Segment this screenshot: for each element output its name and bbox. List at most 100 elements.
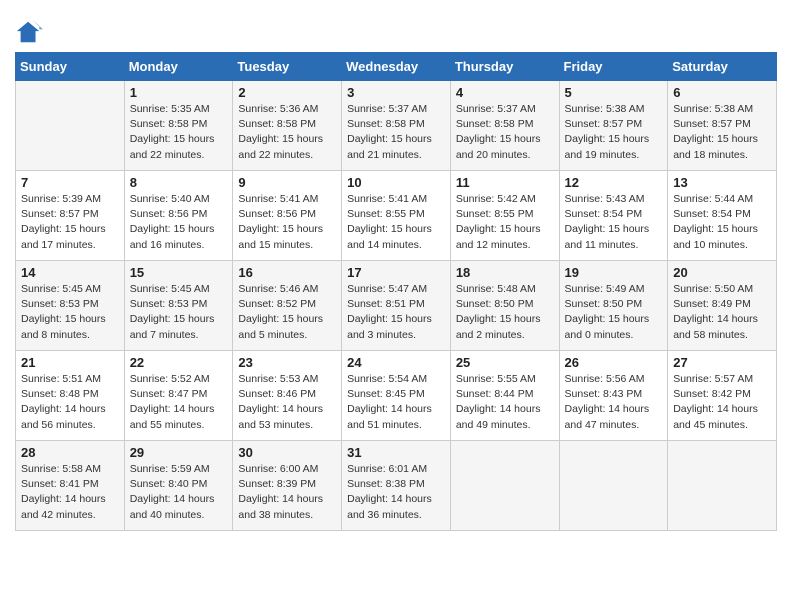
day-cell: 18Sunrise: 5:48 AM Sunset: 8:50 PM Dayli… xyxy=(450,261,559,351)
column-header-sunday: Sunday xyxy=(16,53,125,81)
day-number: 6 xyxy=(673,85,771,100)
day-number: 25 xyxy=(456,355,554,370)
day-info: Sunrise: 5:44 AM Sunset: 8:54 PM Dayligh… xyxy=(673,192,771,253)
day-info: Sunrise: 5:38 AM Sunset: 8:57 PM Dayligh… xyxy=(565,102,663,163)
day-info: Sunrise: 5:41 AM Sunset: 8:56 PM Dayligh… xyxy=(238,192,336,253)
day-cell: 28 Sunrise: 5:58 AM Sunset: 8:41 PM Dayli… xyxy=(16,441,125,531)
day-cell: 1 Sunrise: 5:35 AM Sunset: 8:58 PM Daylig… xyxy=(124,81,233,171)
day-number: 12 xyxy=(565,175,663,190)
day-cell: 27 Sunrise: 5:57 AM Sunset: 8:42 PM Dayli… xyxy=(668,351,777,441)
day-cell: 14Sunrise: 5:45 AM Sunset: 8:53 PM Dayli… xyxy=(16,261,125,351)
day-info: Sunrise: 5:56 AM Sunset: 8:43 PM Dayligh… xyxy=(565,372,663,433)
day-number: 15 xyxy=(130,265,228,280)
day-info: Sunrise: 5:40 AM Sunset: 8:56 PM Dayligh… xyxy=(130,192,228,253)
day-number: 1 xyxy=(130,85,228,100)
column-header-thursday: Thursday xyxy=(450,53,559,81)
day-cell xyxy=(559,441,668,531)
day-number: 28 xyxy=(21,445,119,460)
day-cell: 24Sunrise: 5:54 AM Sunset: 8:45 PM Dayli… xyxy=(342,351,451,441)
day-cell: 23 Sunrise: 5:53 AM Sunset: 8:46 PM Dayli… xyxy=(233,351,342,441)
day-info: Sunrise: 5:37 AM Sunset: 8:58 PM Dayligh… xyxy=(456,102,554,163)
day-number: 22 xyxy=(130,355,228,370)
day-number: 13 xyxy=(673,175,771,190)
day-info: Sunrise: 5:51 AM Sunset: 8:48 PM Dayligh… xyxy=(21,372,119,433)
day-info: Sunrise: 5:54 AM Sunset: 8:45 PM Dayligh… xyxy=(347,372,445,433)
day-cell: 6 Sunrise: 5:38 AM Sunset: 8:57 PM Daylig… xyxy=(668,81,777,171)
day-number: 31 xyxy=(347,445,445,460)
day-number: 8 xyxy=(130,175,228,190)
day-cell: 11 Sunrise: 5:42 AM Sunset: 8:55 PM Dayli… xyxy=(450,171,559,261)
logo xyxy=(15,18,45,46)
day-number: 19 xyxy=(565,265,663,280)
day-number: 27 xyxy=(673,355,771,370)
calendar-table: SundayMondayTuesdayWednesdayThursdayFrid… xyxy=(15,52,777,531)
day-info: Sunrise: 5:53 AM Sunset: 8:46 PM Dayligh… xyxy=(238,372,336,433)
page-header xyxy=(15,10,777,46)
day-info: Sunrise: 5:43 AM Sunset: 8:54 PM Dayligh… xyxy=(565,192,663,253)
day-info: Sunrise: 5:58 AM Sunset: 8:41 PM Dayligh… xyxy=(21,462,119,523)
day-cell: 31 Sunrise: 6:01 AM Sunset: 8:38 PM Dayli… xyxy=(342,441,451,531)
day-cell: 17Sunrise: 5:47 AM Sunset: 8:51 PM Dayli… xyxy=(342,261,451,351)
week-row-3: 14 Sunrise: 5:45 AM Sunset: 8:53 PM Dayli… xyxy=(16,261,777,351)
day-info: Sunrise: 6:00 AM Sunset: 8:39 PM Dayligh… xyxy=(238,462,336,523)
day-info: Sunrise: 5:42 AM Sunset: 8:55 PM Dayligh… xyxy=(456,192,554,253)
day-number: 10 xyxy=(347,175,445,190)
logo-icon xyxy=(15,18,43,46)
day-info: Sunrise: 5:41 AM Sunset: 8:55 PM Dayligh… xyxy=(347,192,445,253)
day-info: Sunrise: 5:38 AM Sunset: 8:57 PM Dayligh… xyxy=(673,102,771,163)
day-number: 14 xyxy=(21,265,119,280)
day-info: Sunrise: 5:55 AM Sunset: 8:44 PM Dayligh… xyxy=(456,372,554,433)
day-number: 26 xyxy=(565,355,663,370)
week-row-2: 7 Sunrise: 5:39 AM Sunset: 8:57 PM Daylig… xyxy=(16,171,777,261)
day-info: Sunrise: 5:52 AM Sunset: 8:47 PM Dayligh… xyxy=(130,372,228,433)
day-cell: 4 Sunrise: 5:37 AM Sunset: 8:58 PM Daylig… xyxy=(450,81,559,171)
day-cell: 16Sunrise: 5:46 AM Sunset: 8:52 PM Dayli… xyxy=(233,261,342,351)
day-cell: 15 Sunrise: 5:45 AM Sunset: 8:53 PM Dayli… xyxy=(124,261,233,351)
day-cell: 5Sunrise: 5:38 AM Sunset: 8:57 PM Daylig… xyxy=(559,81,668,171)
column-header-friday: Friday xyxy=(559,53,668,81)
day-cell: 29 Sunrise: 5:59 AM Sunset: 8:40 PM Dayli… xyxy=(124,441,233,531)
column-header-monday: Monday xyxy=(124,53,233,81)
day-cell: 12 Sunrise: 5:43 AM Sunset: 8:54 PM Dayli… xyxy=(559,171,668,261)
day-cell xyxy=(668,441,777,531)
day-cell: 8 Sunrise: 5:40 AM Sunset: 8:56 PM Daylig… xyxy=(124,171,233,261)
column-header-tuesday: Tuesday xyxy=(233,53,342,81)
day-number: 11 xyxy=(456,175,554,190)
day-number: 9 xyxy=(238,175,336,190)
day-info: Sunrise: 6:01 AM Sunset: 8:38 PM Dayligh… xyxy=(347,462,445,523)
day-cell xyxy=(16,81,125,171)
day-number: 3 xyxy=(347,85,445,100)
day-cell: 10 Sunrise: 5:41 AM Sunset: 8:55 PM Dayli… xyxy=(342,171,451,261)
day-cell: 7 Sunrise: 5:39 AM Sunset: 8:57 PM Daylig… xyxy=(16,171,125,261)
day-info: Sunrise: 5:45 AM Sunset: 8:53 PM Dayligh… xyxy=(130,282,228,343)
day-info: Sunrise: 5:37 AM Sunset: 8:58 PM Dayligh… xyxy=(347,102,445,163)
day-info: Sunrise: 5:49 AM Sunset: 8:50 PM Dayligh… xyxy=(565,282,663,343)
day-number: 18 xyxy=(456,265,554,280)
day-number: 4 xyxy=(456,85,554,100)
day-cell: 13 Sunrise: 5:44 AM Sunset: 8:54 PM Dayli… xyxy=(668,171,777,261)
day-info: Sunrise: 5:50 AM Sunset: 8:49 PM Dayligh… xyxy=(673,282,771,343)
day-cell: 25 Sunrise: 5:55 AM Sunset: 8:44 PM Dayli… xyxy=(450,351,559,441)
day-cell: 9 Sunrise: 5:41 AM Sunset: 8:56 PM Daylig… xyxy=(233,171,342,261)
day-info: Sunrise: 5:46 AM Sunset: 8:52 PM Dayligh… xyxy=(238,282,336,343)
day-cell: 20 Sunrise: 5:50 AM Sunset: 8:49 PM Dayli… xyxy=(668,261,777,351)
column-header-saturday: Saturday xyxy=(668,53,777,81)
day-number: 21 xyxy=(21,355,119,370)
day-info: Sunrise: 5:39 AM Sunset: 8:57 PM Dayligh… xyxy=(21,192,119,253)
day-cell: 2 Sunrise: 5:36 AM Sunset: 8:58 PM Daylig… xyxy=(233,81,342,171)
day-number: 7 xyxy=(21,175,119,190)
day-info: Sunrise: 5:36 AM Sunset: 8:58 PM Dayligh… xyxy=(238,102,336,163)
day-cell: 19 Sunrise: 5:49 AM Sunset: 8:50 PM Dayli… xyxy=(559,261,668,351)
day-cell: 21 Sunrise: 5:51 AM Sunset: 8:48 PM Dayli… xyxy=(16,351,125,441)
week-row-4: 21 Sunrise: 5:51 AM Sunset: 8:48 PM Dayli… xyxy=(16,351,777,441)
week-row-1: 1 Sunrise: 5:35 AM Sunset: 8:58 PM Daylig… xyxy=(16,81,777,171)
day-info: Sunrise: 5:57 AM Sunset: 8:42 PM Dayligh… xyxy=(673,372,771,433)
day-cell: 3 Sunrise: 5:37 AM Sunset: 8:58 PM Daylig… xyxy=(342,81,451,171)
day-number: 2 xyxy=(238,85,336,100)
day-number: 23 xyxy=(238,355,336,370)
day-number: 20 xyxy=(673,265,771,280)
day-info: Sunrise: 5:35 AM Sunset: 8:58 PM Dayligh… xyxy=(130,102,228,163)
day-info: Sunrise: 5:59 AM Sunset: 8:40 PM Dayligh… xyxy=(130,462,228,523)
day-number: 29 xyxy=(130,445,228,460)
day-cell: 30Sunrise: 6:00 AM Sunset: 8:39 PM Dayli… xyxy=(233,441,342,531)
